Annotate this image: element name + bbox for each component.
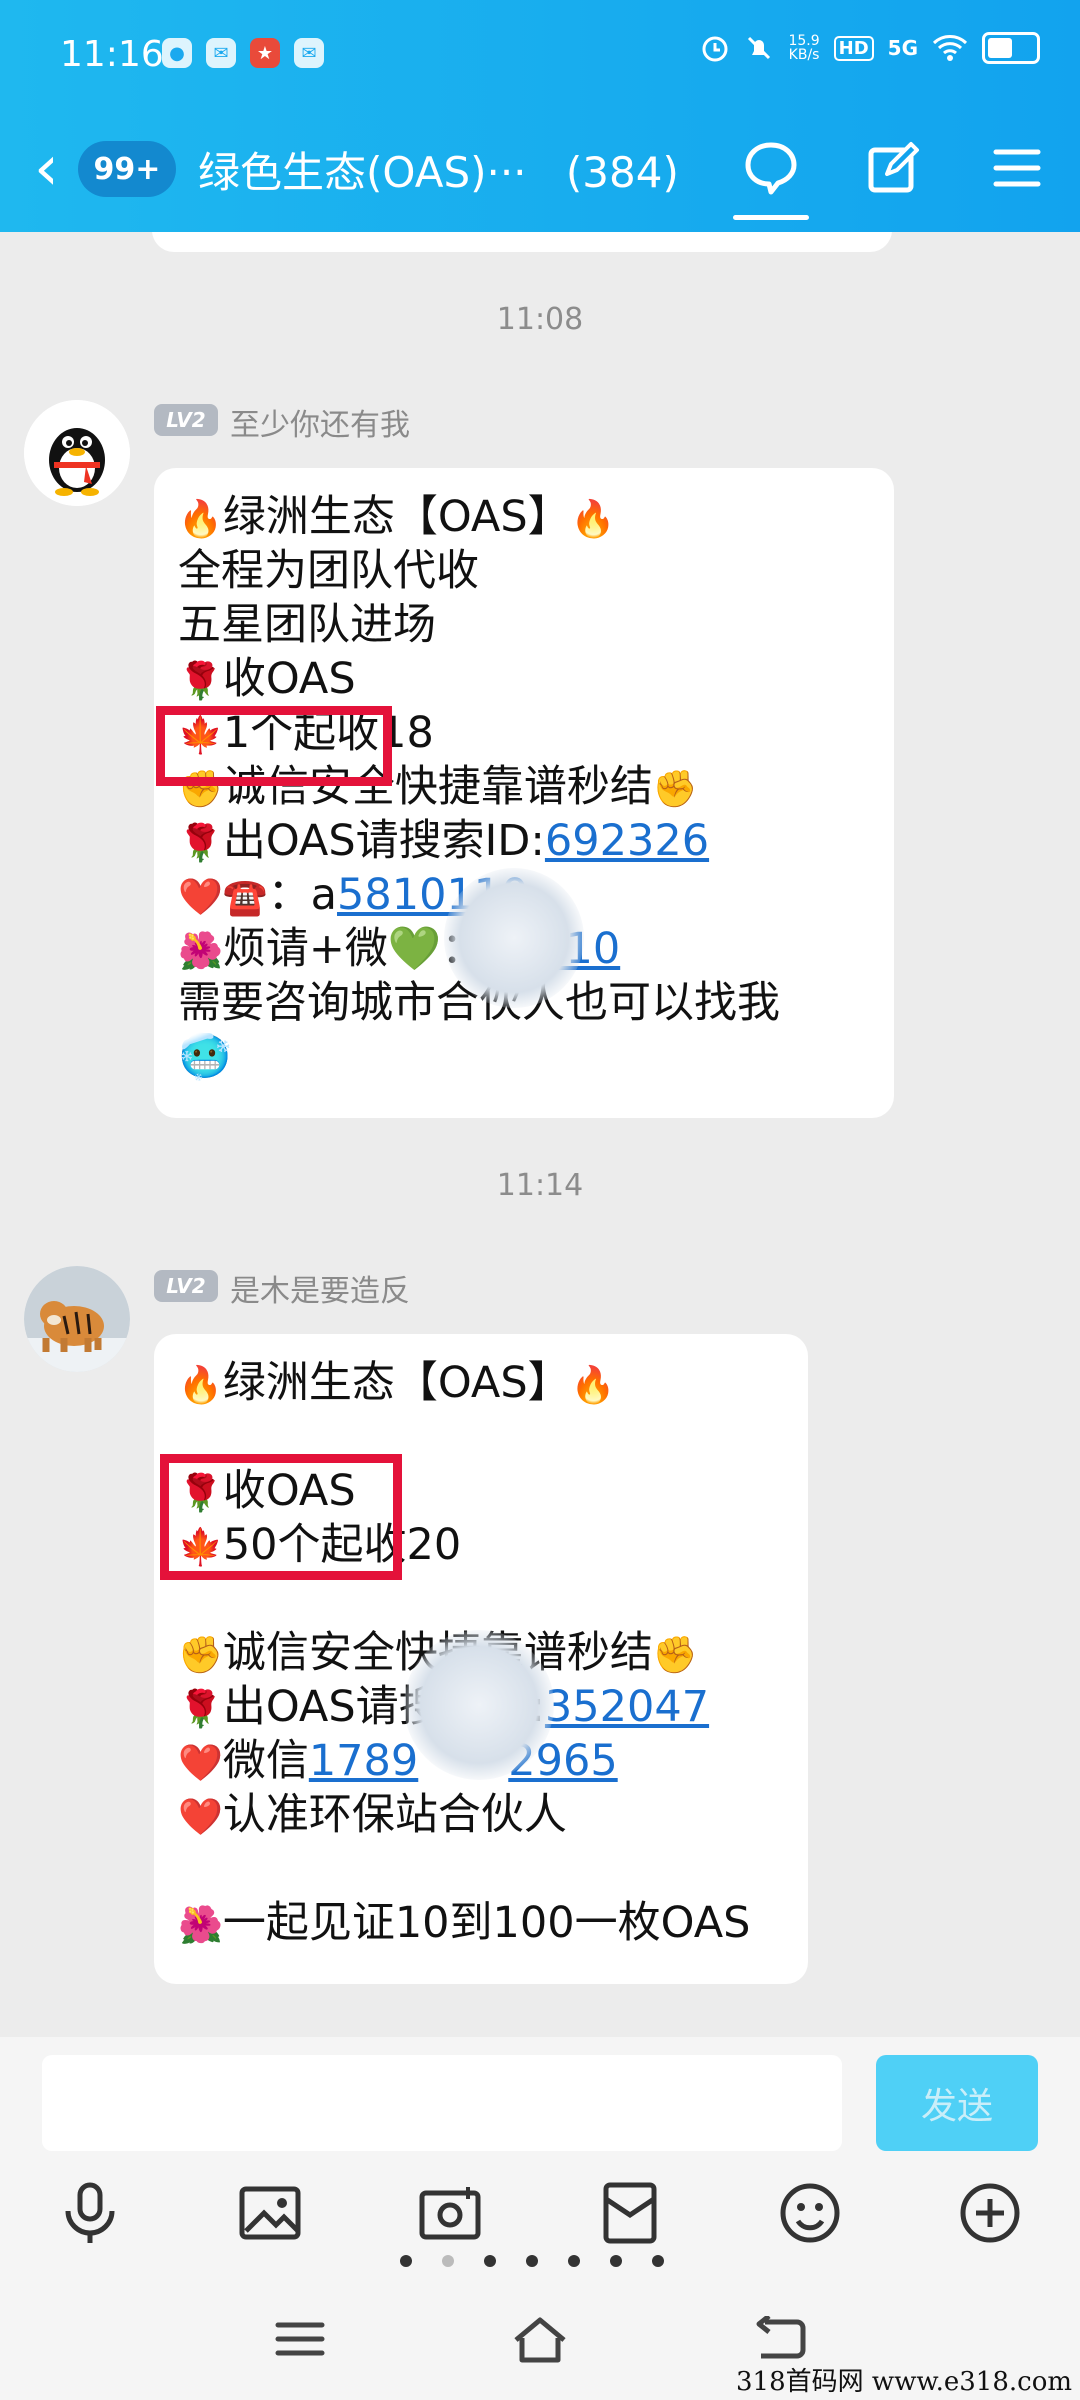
message-input[interactable]: [42, 2055, 842, 2151]
chat-title[interactable]: 绿色生态(OAS)··· (384): [198, 139, 679, 200]
page-indicator: [400, 2255, 664, 2267]
page-dot: [568, 2255, 580, 2267]
message-line: ❤️微信1789 2965: [178, 1736, 618, 1786]
chat-nav-bar: ‹ 99+ 绿色生态(OAS)··· (384): [0, 115, 1080, 232]
page-dot: [652, 2255, 664, 2267]
unread-badge[interactable]: 99+: [78, 141, 176, 197]
wifi-icon: [932, 35, 968, 61]
highlight-box: [160, 1454, 402, 1580]
chat-bubble-icon[interactable]: [736, 133, 806, 203]
emoji-line: 🥶: [178, 1032, 232, 1082]
menu-icon[interactable]: [982, 133, 1052, 203]
message-line: 全程为团队代收: [178, 546, 479, 596]
sender-name[interactable]: 是木是要造反: [230, 1266, 410, 1310]
highlight-box: [156, 706, 392, 786]
wechat-notification-icon: ✉: [294, 38, 324, 68]
page-dot: [400, 2255, 412, 2267]
edit-icon[interactable]: [858, 133, 928, 203]
id-link[interactable]: 692326: [545, 816, 709, 866]
previous-message-bubble[interactable]: [152, 232, 892, 252]
recent-apps-icon[interactable]: [260, 2304, 340, 2374]
app-header: 11:16 ● ✉ ★ ✉ 15.9 KB/s HD 5G ‹ 99+ 绿色生态(…: [0, 0, 1080, 232]
emoji-icon[interactable]: [774, 2177, 846, 2249]
message-bubble[interactable]: 🔥绿洲生态【OAS】🔥 🌹收OAS 🍁50个起收20 ✊诚信安全快捷靠谱秒结✊ …: [154, 1334, 808, 1984]
page-dot: [526, 2255, 538, 2267]
watermark: 318首码网 www.e318.com: [736, 2367, 1072, 2397]
page-dot: [484, 2255, 496, 2267]
app-notification-icon: ●: [162, 38, 192, 68]
blur-mask: [444, 868, 584, 1008]
camera-icon[interactable]: [414, 2177, 486, 2249]
id-link[interactable]: 352047: [545, 1682, 709, 1732]
send-button[interactable]: 发送: [876, 2055, 1038, 2151]
app-notification-icon: ★: [250, 38, 280, 68]
chat-area[interactable]: 11:08 LV2 至少你还有我 🔥绿洲生态【OAS】🔥 全程为团队代收 五星团…: [0, 232, 1080, 2037]
level-badge: LV2: [154, 404, 218, 436]
network-speed: 15.9 KB/s: [788, 33, 820, 63]
message-timestamp: 11:08: [496, 302, 584, 337]
message-line: 🔥绿洲生态【OAS】🔥: [178, 1358, 616, 1408]
battery-icon: [982, 32, 1040, 64]
page-dot-active: [442, 2255, 454, 2267]
status-right: 15.9 KB/s HD 5G: [700, 32, 1040, 64]
notification-icons: ● ✉ ★ ✉: [162, 38, 324, 68]
more-plus-icon[interactable]: [954, 2177, 1026, 2249]
tiger-avatar-icon: [24, 1266, 130, 1372]
message-line: 🌹收OAS: [178, 654, 356, 704]
message-bubble[interactable]: 🔥绿洲生态【OAS】🔥 全程为团队代收 五星团队进场 🌹收OAS 🍁1个起收18…: [154, 468, 894, 1118]
active-tab-indicator: [733, 215, 809, 220]
avatar[interactable]: [24, 400, 130, 506]
message-line: 🌹出OAS请搜索ID:692326: [178, 816, 710, 866]
signal-indicator: 5G: [887, 36, 918, 60]
message-line: 🌺一起见证10到100一枚OAS: [178, 1898, 751, 1948]
image-icon[interactable]: [234, 2177, 306, 2249]
hd-indicator: HD: [833, 35, 874, 61]
status-bar: 11:16 ● ✉ ★ ✉ 15.9 KB/s HD 5G: [0, 0, 1080, 115]
message-line: 🔥绿洲生态【OAS】🔥: [178, 492, 616, 542]
back-icon[interactable]: ‹: [34, 137, 59, 199]
level-badge: LV2: [154, 1270, 218, 1302]
voice-icon[interactable]: [54, 2177, 126, 2249]
sender-name[interactable]: 至少你还有我: [230, 400, 410, 444]
system-nav-bar: 318首码网 www.e318.com: [0, 2280, 1080, 2400]
alarm-icon: [702, 36, 728, 62]
member-count: (384): [565, 148, 679, 197]
group-name: 绿色生态(OAS)···: [198, 148, 527, 197]
mute-icon: [748, 36, 771, 60]
message-timestamp: 11:14: [496, 1168, 584, 1203]
home-icon[interactable]: [500, 2304, 580, 2374]
wechat-link[interactable]: 1789: [309, 1736, 418, 1786]
page-dot: [610, 2255, 622, 2267]
blur-mask: [404, 1630, 554, 1780]
red-packet-icon[interactable]: [594, 2177, 666, 2249]
message-line: ❤️认准环保站合伙人: [178, 1790, 567, 1840]
status-time: 11:16: [60, 34, 164, 75]
message-line: 五星团队进场: [178, 600, 436, 650]
avatar[interactable]: [24, 1266, 130, 1372]
wechat-notification-icon: ✉: [206, 38, 236, 68]
input-area: 发送: [0, 2037, 1080, 2280]
penguin-avatar-icon: [24, 400, 130, 506]
